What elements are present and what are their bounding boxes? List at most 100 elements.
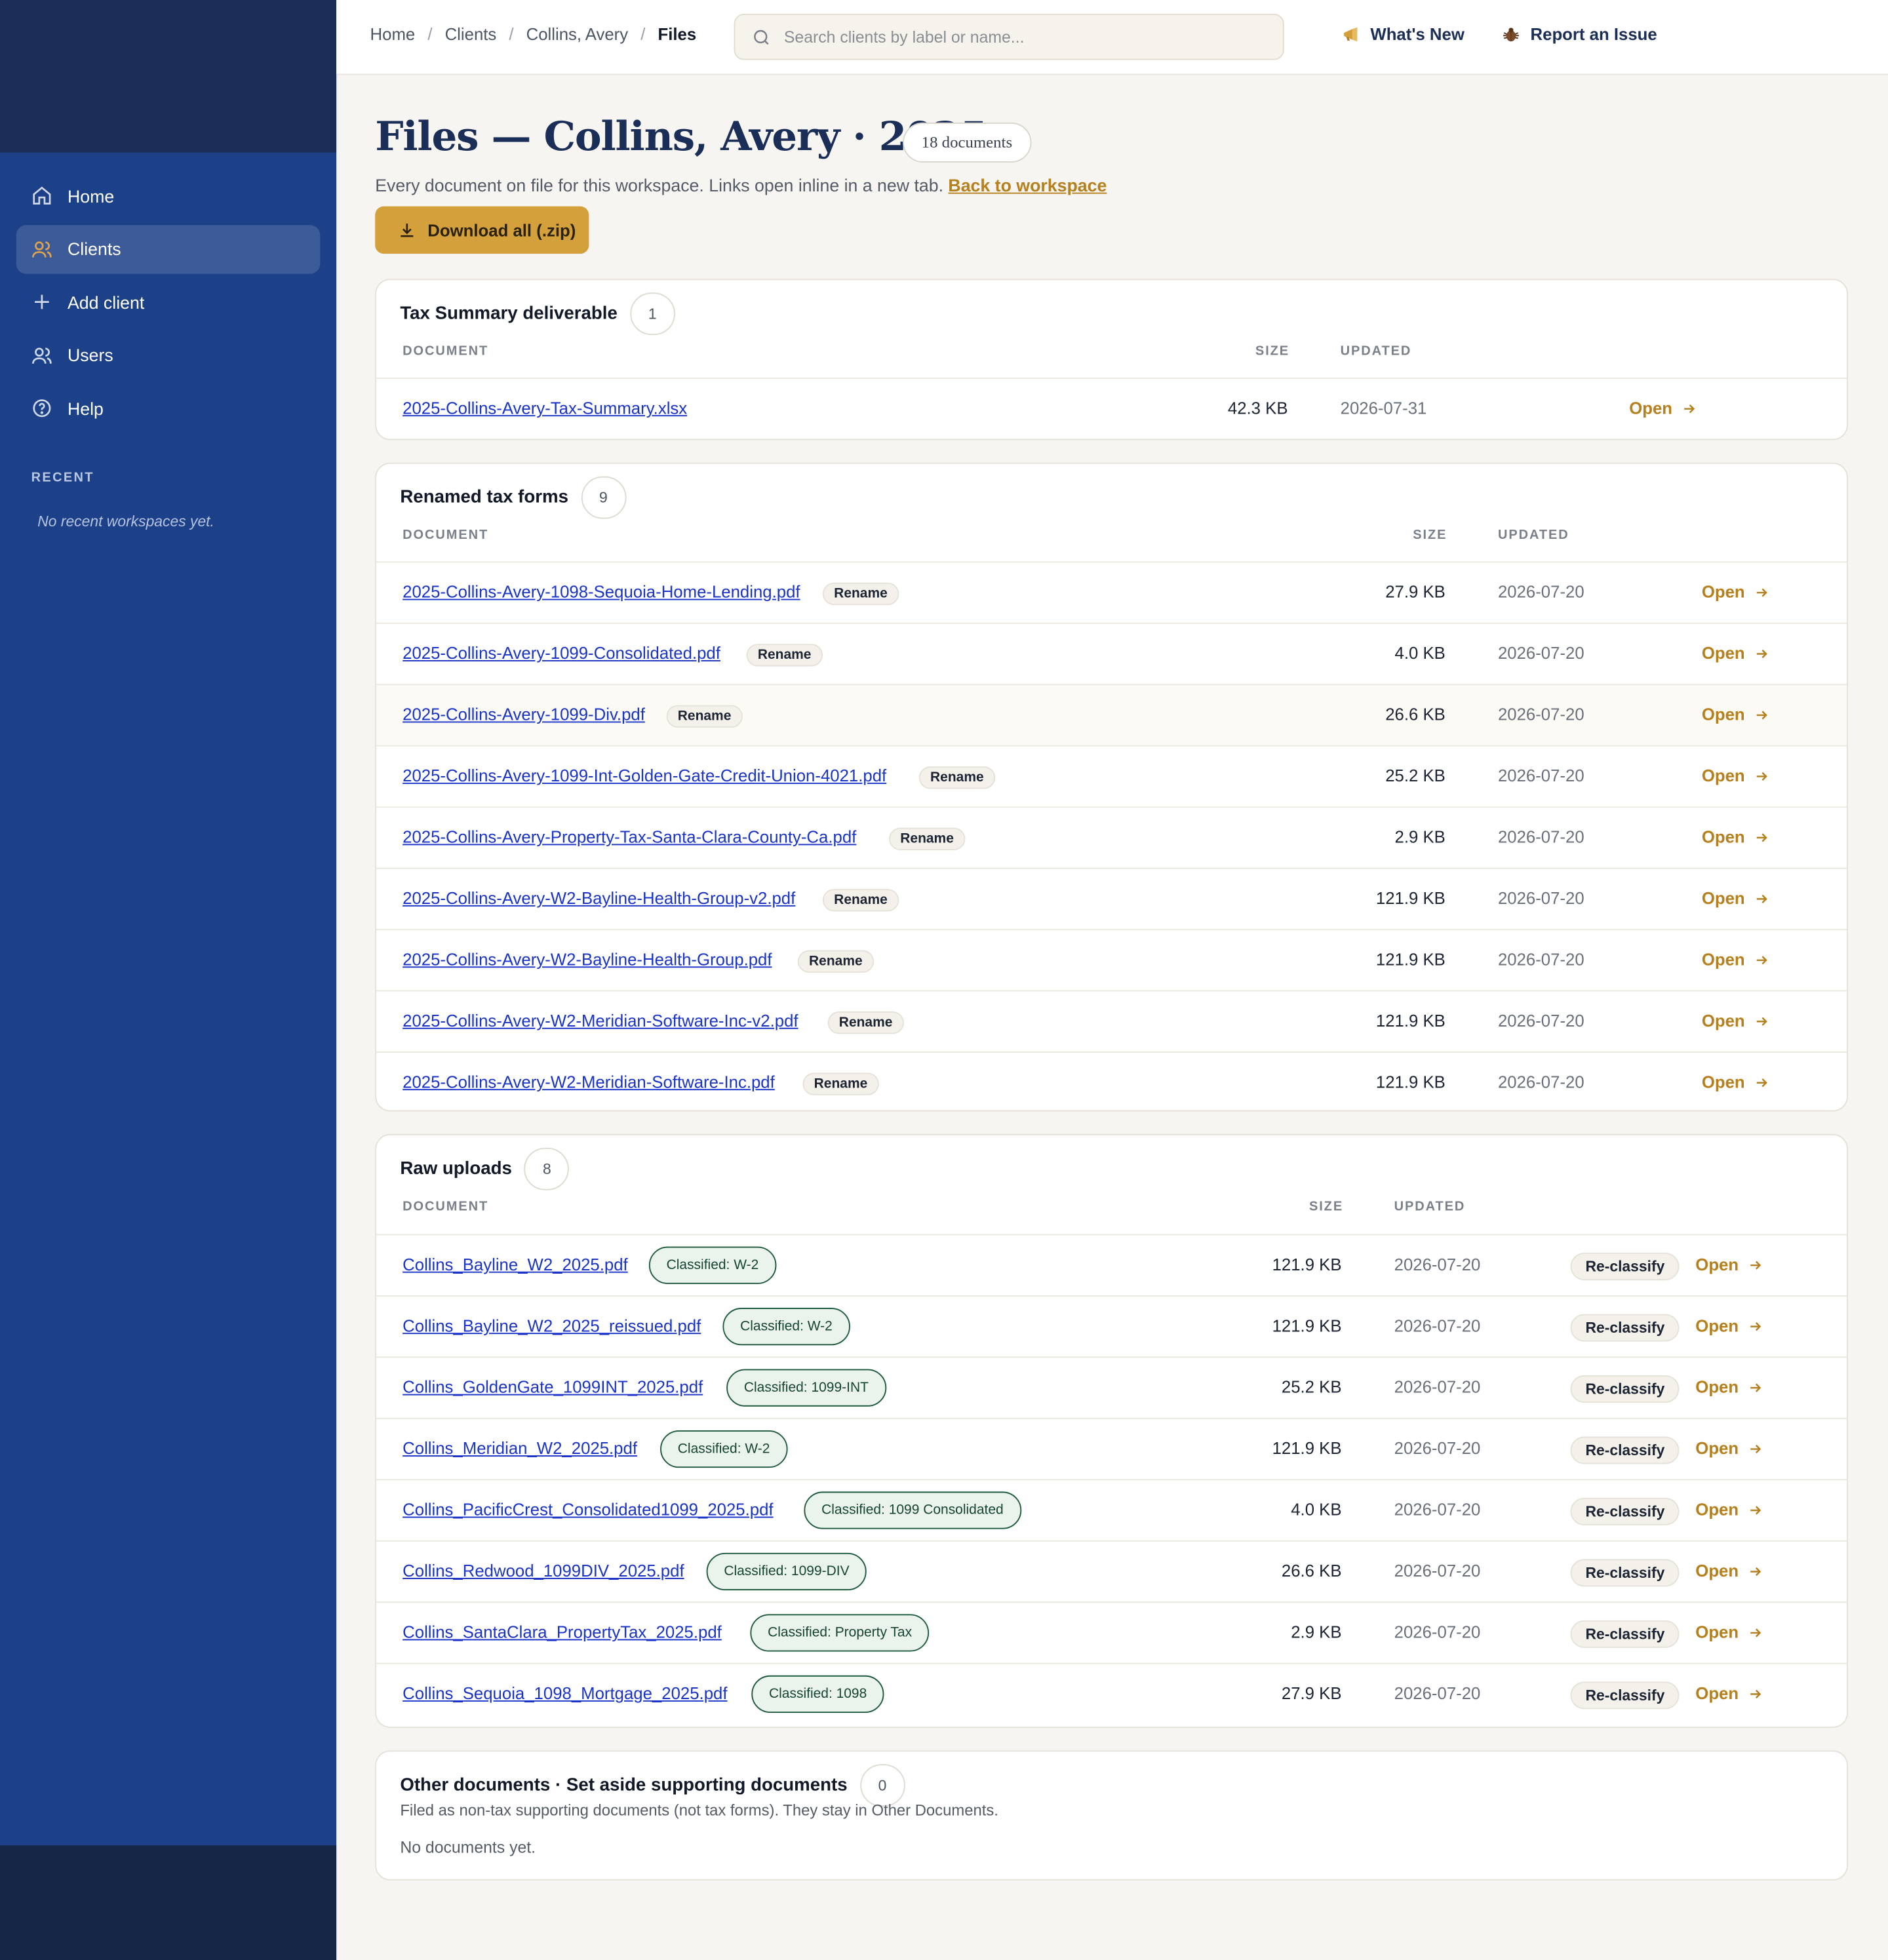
file-link[interactable]: Collins_GoldenGate_1099INT_2025.pdf — [403, 1378, 703, 1397]
open-link[interactable]: Open — [1695, 1439, 1762, 1458]
arrow-right-icon — [1756, 833, 1767, 842]
file-updated: 2026-07-20 — [1497, 644, 1584, 663]
open-link[interactable]: Open — [1629, 399, 1696, 418]
rename-badge: Rename — [889, 827, 966, 850]
reclassify-button[interactable]: Re-classify — [1570, 1375, 1680, 1403]
megaphone-icon — [1344, 27, 1358, 42]
table-row: 2025-Collins-Avery-1098-Sequoia-Home-Len… — [376, 561, 1847, 622]
sidebar-item-users[interactable]: Users — [16, 330, 320, 379]
column-header-size: SIZE — [1413, 527, 1447, 543]
arrow-right-icon — [1750, 1566, 1761, 1576]
arrow-right-icon — [1750, 1505, 1761, 1514]
file-link[interactable]: 2025-Collins-Avery-W2-Meridian-Software-… — [403, 1072, 775, 1091]
file-link[interactable]: Collins_SantaClara_PropertyTax_2025.pdf — [403, 1623, 722, 1642]
file-link[interactable]: 2025-Collins-Avery-W2-Bayline-Health-Gro… — [403, 889, 795, 908]
table-row: Collins_GoldenGate_1099INT_2025.pdf Clas… — [376, 1356, 1847, 1417]
open-link[interactable]: Open — [1695, 1255, 1762, 1274]
sidebar-item-home[interactable]: Home — [16, 171, 320, 220]
open-link[interactable]: Open — [1702, 1011, 1769, 1030]
sidebar-item-clients[interactable]: Clients — [16, 224, 321, 273]
classification-badge: Classified: 1099-DIV — [706, 1552, 867, 1591]
open-link[interactable]: Open — [1695, 1316, 1762, 1335]
file-updated: 2026-07-31 — [1340, 399, 1427, 418]
file-link[interactable]: 2025-Collins-Avery-1099-Consolidated.pdf — [403, 644, 720, 663]
breadcrumb-current: Files — [658, 25, 697, 44]
open-link[interactable]: Open — [1695, 1684, 1762, 1703]
rename-badge: Rename — [802, 1072, 879, 1095]
table-row: Collins_Bayline_W2_2025.pdf Classified: … — [376, 1234, 1847, 1295]
sidebar-item-help[interactable]: Help — [16, 384, 320, 433]
open-link[interactable]: Open — [1702, 828, 1769, 846]
search-input[interactable] — [783, 27, 1259, 47]
file-link[interactable]: Collins_Bayline_W2_2025_reissued.pdf — [403, 1316, 701, 1335]
table-row: 2025-Collins-Avery-Property-Tax-Santa-Cl… — [376, 806, 1847, 867]
open-link[interactable]: Open — [1702, 766, 1769, 785]
sidebar-footer — [0, 1845, 337, 1960]
open-label: Open — [1701, 644, 1745, 663]
back-to-workspace-link[interactable]: Back to workspace — [948, 175, 1107, 195]
reclassify-button[interactable]: Re-classify — [1570, 1620, 1680, 1648]
column-header-size: SIZE — [1255, 343, 1290, 359]
table-row: Collins_Meridian_W2_2025.pdf Classified:… — [376, 1417, 1847, 1479]
open-label: Open — [1701, 889, 1745, 908]
open-link[interactable]: Open — [1695, 1561, 1762, 1580]
file-link[interactable]: 2025-Collins-Avery-W2-Meridian-Software-… — [403, 1011, 798, 1030]
column-header-updated: UPDATED — [1340, 343, 1412, 359]
file-link[interactable]: 2025-Collins-Avery-1099-Div.pdf — [403, 705, 645, 724]
reclassify-button[interactable]: Re-classify — [1570, 1314, 1680, 1342]
breadcrumb-clients[interactable]: Clients — [445, 25, 497, 44]
table-row: 2025-Collins-Avery-W2-Meridian-Software-… — [376, 1051, 1847, 1112]
card-title: Other documents · Set aside supporting d… — [400, 1775, 848, 1795]
reclassify-button[interactable]: Re-classify — [1570, 1497, 1680, 1525]
breadcrumb-home[interactable]: Home — [370, 25, 416, 44]
open-label: Open — [1701, 1011, 1745, 1030]
file-link[interactable]: Collins_Sequoia_1098_Mortgage_2025.pdf — [403, 1684, 727, 1703]
whats-new-link[interactable]: What's New — [1342, 25, 1465, 44]
file-link[interactable]: Collins_Meridian_W2_2025.pdf — [403, 1439, 637, 1458]
card-description: Filed as non-tax supporting documents (n… — [400, 1801, 998, 1820]
arrow-right-icon — [1750, 1444, 1761, 1453]
file-size: 121.9 KB — [1375, 1072, 1446, 1092]
file-link[interactable]: Collins_Redwood_1099DIV_2025.pdf — [403, 1561, 684, 1580]
file-size: 2.9 KB — [1394, 827, 1446, 847]
breadcrumb: Home / Clients / Collins, Avery / Files — [370, 25, 697, 44]
open-link[interactable]: Open — [1702, 1072, 1769, 1091]
file-link[interactable]: 2025-Collins-Avery-1098-Sequoia-Home-Len… — [403, 583, 800, 602]
open-link[interactable]: Open — [1695, 1378, 1762, 1396]
open-link[interactable]: Open — [1702, 644, 1769, 663]
file-link[interactable]: Collins_Bayline_W2_2025.pdf — [403, 1255, 628, 1274]
open-link[interactable]: Open — [1695, 1623, 1762, 1641]
file-size: 121.9 KB — [1375, 1011, 1446, 1030]
classification-badge: Classified: W-2 — [660, 1430, 788, 1468]
breadcrumb-client[interactable]: Collins, Avery — [526, 25, 629, 44]
sidebar-item-add-client[interactable]: Add client — [16, 277, 320, 326]
card-title: Tax Summary deliverable — [400, 304, 618, 324]
reclassify-button[interactable]: Re-classify — [1570, 1253, 1680, 1281]
file-link[interactable]: Collins_PacificCrest_Consolidated1099_20… — [403, 1500, 773, 1519]
open-label: Open — [1701, 950, 1745, 970]
card-count-badge: 9 — [581, 476, 626, 519]
open-link[interactable]: Open — [1695, 1500, 1762, 1519]
open-link[interactable]: Open — [1701, 950, 1769, 970]
search-box[interactable] — [734, 13, 1284, 60]
empty-state-text: No documents yet. — [400, 1837, 536, 1857]
arrow-right-icon — [1756, 955, 1767, 964]
report-issue-label: Report an Issue — [1530, 25, 1657, 44]
file-link[interactable]: 2025-Collins-Avery-1099-Int-Golden-Gate-… — [403, 766, 886, 785]
reclassify-button[interactable]: Re-classify — [1570, 1559, 1680, 1587]
download-all-button[interactable]: Download all (.zip) — [375, 206, 589, 254]
open-link[interactable]: Open — [1702, 583, 1769, 601]
file-link[interactable]: 2025-Collins-Avery-Property-Tax-Santa-Cl… — [403, 828, 856, 847]
report-issue-link[interactable]: Report an Issue — [1502, 25, 1657, 44]
page-subtitle: Every document on file for this workspac… — [375, 175, 1107, 195]
arrow-right-icon — [1756, 710, 1767, 719]
reclassify-button[interactable]: Re-classify — [1570, 1436, 1680, 1464]
download-all-label: Download all (.zip) — [427, 220, 576, 240]
file-link[interactable]: 2025-Collins-Avery-Tax-Summary.xlsx — [403, 399, 687, 418]
file-link[interactable]: 2025-Collins-Avery-W2-Bayline-Health-Gro… — [403, 951, 772, 970]
breadcrumb-separator: / — [640, 25, 646, 44]
open-link[interactable]: Open — [1702, 889, 1769, 908]
reclassify-button[interactable]: Re-classify — [1570, 1681, 1680, 1710]
sidebar-item-label: Help — [67, 398, 104, 418]
open-link[interactable]: Open — [1702, 705, 1769, 724]
